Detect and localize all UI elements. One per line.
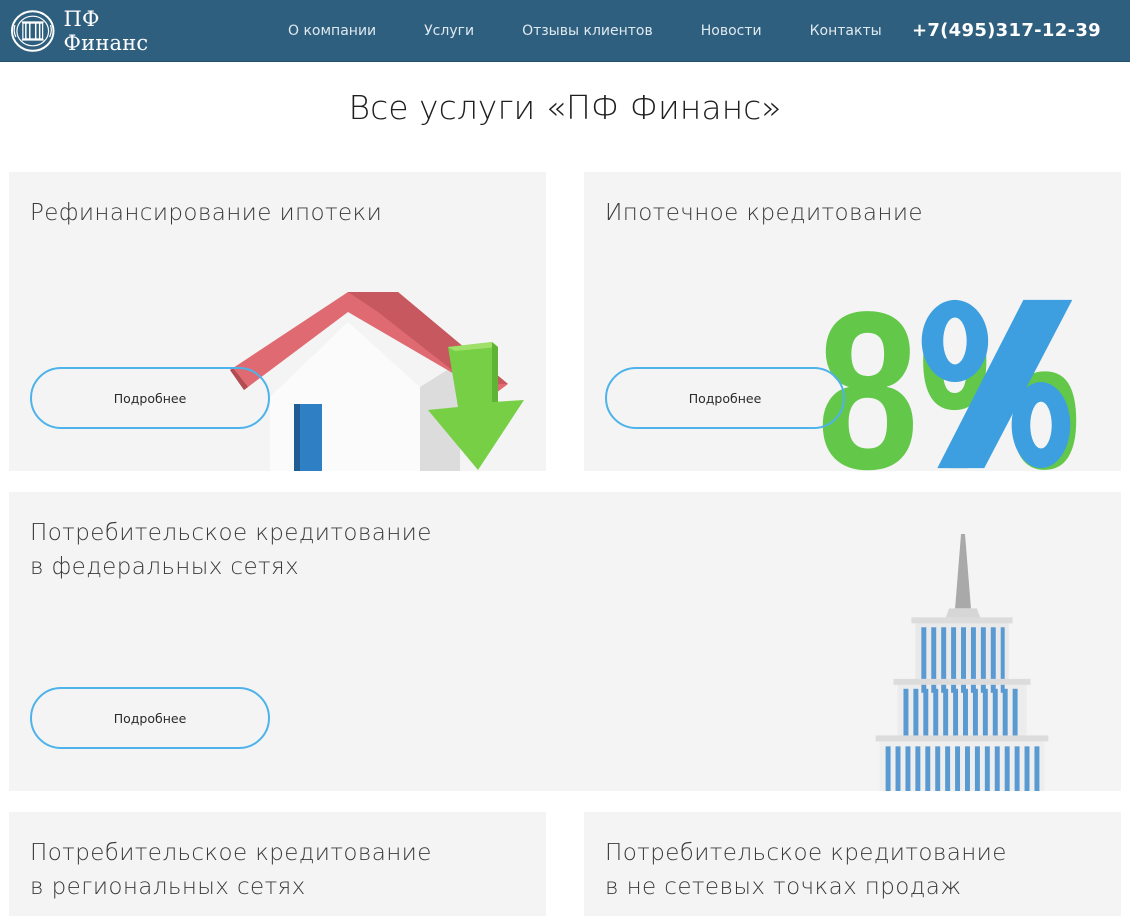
service-card-refinancing[interactable]: Рефинансирование ипотеки Подробнее bbox=[9, 172, 546, 471]
service-card-title-line: в не сетевых точках продаж bbox=[605, 874, 962, 900]
more-button[interactable]: Подробнее bbox=[30, 367, 270, 429]
more-button[interactable]: Подробнее bbox=[30, 687, 270, 749]
house-with-down-arrow-icon bbox=[230, 292, 524, 471]
main-nav: О компании Услуги Отзывы клиентов Новост… bbox=[288, 0, 930, 61]
service-card-title-line: Рефинансирование ипотеки bbox=[30, 200, 383, 226]
nav-item-services[interactable]: Услуги bbox=[424, 23, 474, 39]
service-card-title-line: Потребительское кредитование bbox=[605, 840, 1007, 866]
nav-item-news[interactable]: Новости bbox=[701, 23, 762, 39]
nav-item-reviews[interactable]: Отзывы клиентов bbox=[522, 23, 653, 39]
service-card-consumer-federal[interactable]: Потребительское кредитование в федеральн… bbox=[9, 492, 1121, 791]
service-card-title-line: Ипотечное кредитование bbox=[605, 200, 923, 226]
phone-number[interactable]: +7(495)317-12-39 bbox=[912, 0, 1101, 61]
percent-highlight-icon bbox=[921, 299, 1073, 469]
service-card-title-line: Потребительское кредитование bbox=[30, 840, 432, 866]
service-card-title: Потребительское кредитование в не сетевы… bbox=[605, 836, 1007, 904]
service-card-title: Потребительское кредитование в региональ… bbox=[30, 836, 432, 904]
service-card-title: Рефинансирование ипотеки bbox=[30, 196, 382, 230]
service-card-mortgage[interactable]: Ипотечное кредитование 8% Подробнее bbox=[584, 172, 1121, 471]
service-card-title-line: в федеральных сетях bbox=[30, 554, 300, 580]
site-header: ПФ Финанс О компании Услуги Отзывы клиен… bbox=[0, 0, 1130, 62]
service-card-title-line: в региональных сетях bbox=[30, 874, 306, 900]
nav-item-contacts[interactable]: Контакты bbox=[810, 23, 882, 39]
page-title: Все услуги «ПФ Финанс» bbox=[348, 88, 782, 127]
more-button[interactable]: Подробнее bbox=[605, 367, 845, 429]
nav-item-about[interactable]: О компании bbox=[288, 23, 376, 39]
service-card-title: Ипотечное кредитование bbox=[605, 196, 923, 230]
service-card-title: Потребительское кредитование в федеральн… bbox=[30, 516, 432, 584]
service-card-title-line: Потребительское кредитование bbox=[30, 520, 432, 546]
service-card-consumer-non-network[interactable]: Потребительское кредитование в не сетевы… bbox=[584, 812, 1121, 916]
skyscraper-icon bbox=[875, 534, 1049, 791]
logo[interactable]: ПФ Финанс bbox=[10, 7, 190, 55]
service-card-consumer-regional[interactable]: Потребительское кредитование в региональ… bbox=[9, 812, 546, 916]
emblem-logo-icon bbox=[10, 10, 55, 52]
logo-text: ПФ Финанс bbox=[63, 7, 149, 55]
